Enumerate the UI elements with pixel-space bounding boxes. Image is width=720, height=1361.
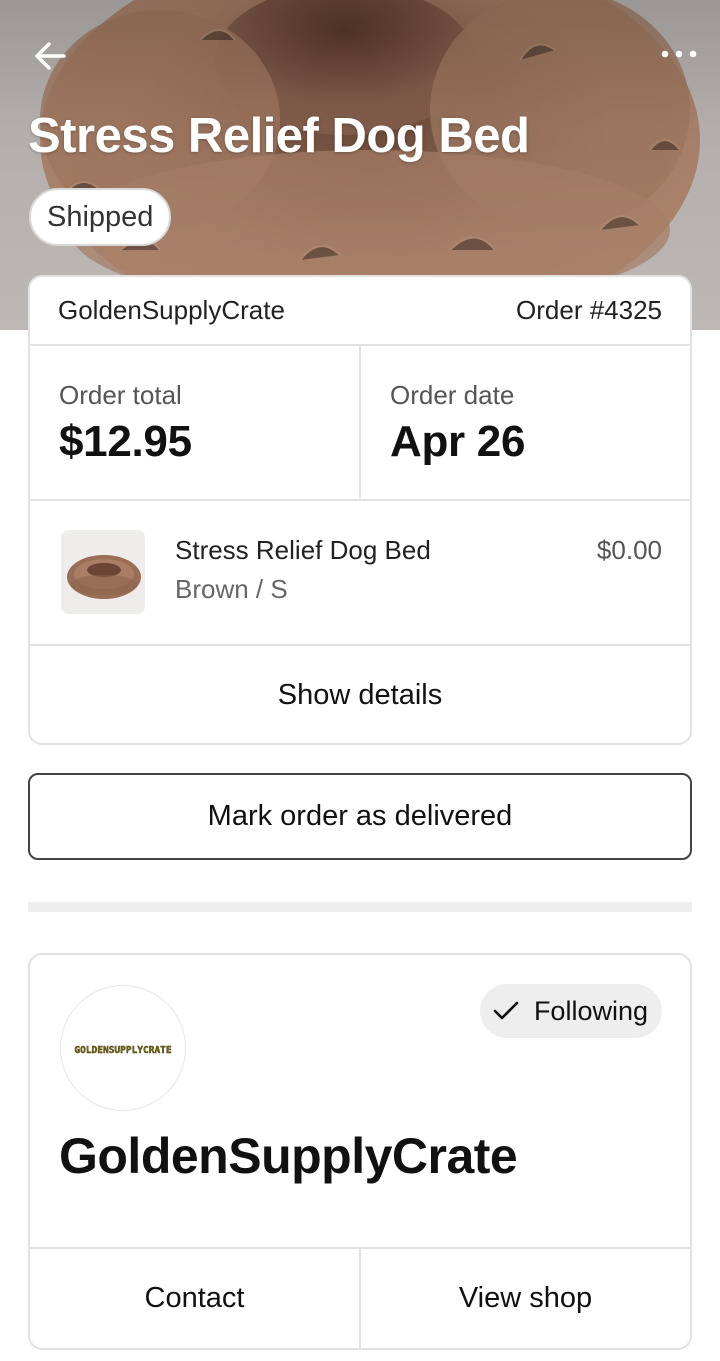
- item-name: Stress Relief Dog Bed: [175, 535, 431, 565]
- show-details-button[interactable]: Show details: [30, 646, 690, 743]
- item-thumbnail: [61, 530, 145, 614]
- item-price: $0.00: [596, 535, 662, 565]
- shop-card: GOLDENSUPPLYCRATE Following GoldenSupply…: [28, 953, 692, 1350]
- order-header: GoldenSupplyCrate Order #4325: [30, 277, 690, 346]
- more-horizontal-icon: [661, 50, 697, 58]
- order-stats: Order total $12.95 Order date Apr 26: [30, 346, 690, 501]
- status-badge: Shipped: [29, 188, 172, 246]
- shop-logo-text: GOLDENSUPPLYCRATE: [74, 1045, 172, 1056]
- shop-actions: Contact View shop: [30, 1247, 690, 1348]
- back-button[interactable]: [26, 34, 74, 78]
- more-options-button[interactable]: [654, 32, 704, 76]
- dog-bed-image: [61, 530, 145, 614]
- contact-button[interactable]: Contact: [30, 1249, 359, 1348]
- order-card: GoldenSupplyCrate Order #4325 Order tota…: [28, 275, 692, 745]
- page-title: Stress Relief Dog Bed: [28, 109, 530, 163]
- order-total-label: Order total: [59, 380, 182, 410]
- order-number: Order #4325: [516, 295, 662, 325]
- section-divider: [28, 902, 692, 912]
- order-shop-name: GoldenSupplyCrate: [58, 295, 285, 325]
- following-button[interactable]: Following: [479, 984, 662, 1038]
- order-date-label: Order date: [390, 380, 515, 410]
- order-date-value: Apr 26: [390, 417, 526, 466]
- order-date: Order date Apr 26: [359, 346, 690, 499]
- shop-logo-image: GOLDENSUPPLYCRATE: [74, 1045, 172, 1056]
- item-variant: Brown / S: [175, 574, 288, 604]
- order-total: Order total $12.95: [30, 346, 359, 499]
- arrow-left-icon: [35, 42, 66, 70]
- mark-delivered-button[interactable]: Mark order as delivered: [28, 773, 692, 860]
- following-label: Following: [533, 995, 648, 1026]
- view-shop-button[interactable]: View shop: [359, 1249, 690, 1348]
- order-total-value: $12.95: [59, 417, 192, 466]
- checkmark-icon: [493, 1001, 519, 1020]
- shop-logo[interactable]: GOLDENSUPPLYCRATE: [60, 985, 186, 1111]
- shop-name: GoldenSupplyCrate: [59, 1128, 518, 1184]
- order-item-row[interactable]: Stress Relief Dog Bed Brown / S $0.00: [30, 501, 690, 646]
